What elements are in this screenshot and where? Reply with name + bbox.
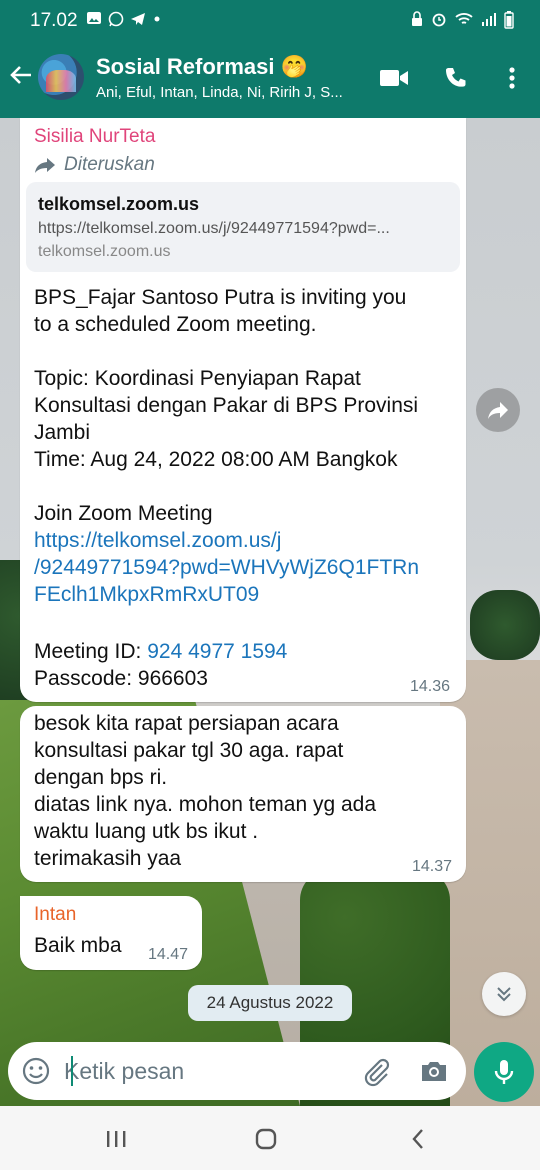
message-text-line: diatas link nya. mohon teman yg ada	[34, 793, 377, 816]
message-text-line: Jambi	[34, 421, 91, 444]
passcode-line: Passcode: 966603	[34, 667, 208, 690]
date-separator: 24 Agustus 2022	[188, 985, 352, 1021]
meeting-id-link[interactable]: 924 4977 1594	[147, 640, 287, 663]
microphone-icon	[494, 1060, 514, 1084]
message-bubble[interactable]: Intan Baik mba 14.47	[20, 896, 202, 970]
message-input[interactable]	[64, 1052, 344, 1090]
arrow-left-icon	[10, 66, 31, 84]
status-right-icons	[410, 11, 514, 29]
link-preview-domain: telkomsel.zoom.us	[38, 243, 171, 260]
chat-title[interactable]: Sosial Reformasi 🤭	[96, 54, 308, 80]
system-back-button[interactable]	[398, 1124, 438, 1154]
dot-icon	[154, 16, 160, 22]
link-preview-title: telkomsel.zoom.us	[38, 194, 200, 214]
message-text-line: Time: Aug 24, 2022 08:00 AM Bangkok	[34, 448, 398, 471]
home-icon	[255, 1128, 277, 1150]
message-text-line: BPS_Fajar Santoso Putra is inviting you	[34, 286, 407, 309]
message-text-line: dengan bps ri.	[34, 766, 168, 789]
battery-icon	[504, 11, 514, 29]
message-bubble[interactable]: besok kita rapat persiapan acara konsult…	[20, 706, 466, 882]
alarm-icon	[432, 13, 446, 27]
voice-message-button[interactable]	[474, 1042, 534, 1102]
gallery-icon	[87, 12, 101, 24]
recents-button[interactable]	[96, 1124, 136, 1154]
telegram-icon	[131, 13, 145, 25]
camera-icon	[422, 1062, 446, 1081]
message-text: Baik mba	[34, 934, 122, 957]
more-options-button[interactable]	[496, 62, 528, 94]
forwarded-label: Diteruskan	[34, 154, 155, 176]
smiley-icon	[22, 1057, 50, 1085]
forward-arrow-icon	[35, 158, 55, 173]
zoom-link[interactable]: /92449771594?pwd=WHVyWjZ6Q1FTRn	[34, 556, 419, 580]
status-left-icons	[86, 11, 162, 27]
zoom-link[interactable]: https://telkomsel.zoom.us/j	[34, 529, 281, 553]
message-text-line: konsultasi pakar tgl 30 aga. rapat	[34, 739, 344, 762]
voice-call-button[interactable]	[440, 62, 472, 94]
forward-message-button[interactable]	[476, 388, 520, 432]
message-timestamp: 14.47	[148, 946, 189, 963]
signal-icon	[482, 13, 496, 26]
phone-icon	[446, 68, 466, 87]
share-arrow-icon	[488, 402, 508, 419]
message-timestamp: 14.37	[412, 858, 453, 875]
paperclip-icon	[364, 1058, 390, 1087]
whatsapp-icon	[108, 11, 124, 27]
message-composer	[8, 1042, 466, 1100]
back-button[interactable]	[8, 62, 36, 92]
system-nav-bar	[0, 1106, 540, 1170]
message-text-line: terimakasih yaa	[34, 847, 182, 870]
double-chevron-down-icon	[497, 987, 511, 1002]
message-sender[interactable]: Intan	[34, 904, 76, 926]
status-time: 17.02	[30, 10, 78, 31]
message-text-line: Topic: Koordinasi Penyiapan Rapat	[34, 367, 361, 390]
link-preview-card[interactable]: telkomsel.zoom.us https://telkomsel.zoom…	[26, 182, 460, 272]
group-avatar[interactable]	[38, 54, 84, 100]
chat-header: Sosial Reformasi 🤭 Ani, Eful, Intan, Lin…	[0, 40, 540, 118]
message-text-line: Konsultasi dengan Pakar di BPS Provinsi	[34, 394, 419, 417]
recents-icon	[107, 1131, 126, 1147]
meeting-id-label: Meeting ID:	[34, 640, 148, 663]
wifi-icon	[455, 13, 473, 24]
chat-participants[interactable]: Ani, Eful, Intan, Linda, Ni, Ririh J, S.…	[96, 84, 366, 101]
video-camera-icon	[380, 70, 408, 86]
emoji-button[interactable]	[20, 1055, 52, 1087]
message-bubble[interactable]: Sisilia NurTeta Diteruskan telkomsel.zoo…	[20, 118, 466, 702]
message-text-line: waktu luang utk bs ikut .	[34, 820, 259, 843]
home-button[interactable]	[246, 1124, 286, 1154]
message-sender[interactable]: Sisilia NurTeta	[34, 126, 155, 148]
message-timestamp: 14.36	[410, 678, 451, 695]
lock-icon	[412, 11, 422, 26]
forwarded-text: Diteruskan	[64, 154, 155, 175]
scroll-to-bottom-button[interactable]	[482, 972, 526, 1016]
link-preview-url: https://telkomsel.zoom.us/j/92449771594?…	[38, 220, 390, 237]
message-text-line: to a scheduled Zoom meeting.	[34, 313, 317, 336]
video-call-button[interactable]	[378, 62, 410, 94]
attach-button[interactable]	[360, 1055, 392, 1087]
text-cursor	[71, 1056, 73, 1086]
message-text-line: besok kita rapat persiapan acara	[34, 712, 339, 735]
meeting-id-line: Meeting ID: 924 4977 1594	[34, 640, 287, 664]
zoom-link[interactable]: FEclh1MkpxRmRxUT09	[34, 583, 259, 607]
wallpaper-trees-right	[470, 590, 540, 660]
more-vertical-icon	[509, 67, 515, 89]
message-text-line: Join Zoom Meeting	[34, 502, 213, 525]
status-bar: 17.02	[0, 0, 540, 40]
chevron-left-icon	[412, 1129, 423, 1149]
camera-button[interactable]	[418, 1055, 450, 1087]
